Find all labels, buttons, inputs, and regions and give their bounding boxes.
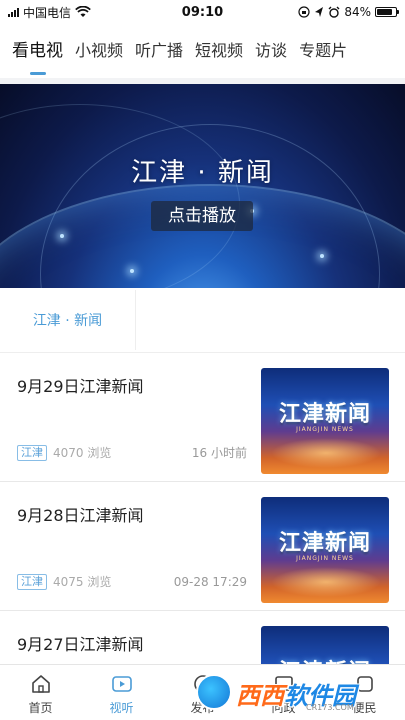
thumbnail-subtitle: JIANGJIN NEWS <box>296 555 354 562</box>
watermark-logo: 西西软件园 CR173.COM <box>196 670 402 714</box>
lock-rotation-icon <box>298 6 310 18</box>
nav-home-label: 首页 <box>28 701 53 715</box>
news-title[interactable]: 9月27日江津新闻 <box>17 631 144 655</box>
battery-icon <box>375 7 399 17</box>
home-icon <box>31 675 50 693</box>
section-header: 江津 · 新闻 <box>0 290 405 352</box>
watermark-url: CR173.COM <box>306 703 354 712</box>
news-item[interactable]: 9月29日江津新闻 江津 4070 浏览 16 小时前 江津新闻 JIANGJI… <box>0 356 405 482</box>
news-thumbnail[interactable]: 江津新闻 <box>261 626 389 664</box>
signal-icon <box>8 7 19 17</box>
news-thumbnail[interactable]: 江津新闻 JIANGJIN NEWS <box>261 368 389 474</box>
section-tag[interactable]: 江津 · 新闻 <box>0 290 136 350</box>
tab-radio[interactable]: 听广播 <box>129 31 189 71</box>
news-item[interactable]: 9月27日江津新闻 江津新闻 <box>0 614 405 664</box>
news-tag: 江津 <box>17 573 47 590</box>
status-bar: 中国电信 09:10 84% <box>0 0 405 24</box>
section-divider <box>0 352 405 353</box>
alarm-icon <box>328 6 340 18</box>
news-title[interactable]: 9月29日江津新闻 <box>17 373 144 397</box>
wifi-icon <box>75 6 91 17</box>
watermark-icon <box>196 674 232 710</box>
news-thumbnail[interactable]: 江津新闻 JIANGJIN NEWS <box>261 497 389 603</box>
banner-video[interactable]: 江津 · 新闻 点击播放 <box>0 84 405 288</box>
news-item[interactable]: 9月28日江津新闻 江津 4075 浏览 09-28 17:29 江津新闻 JI… <box>0 485 405 611</box>
tab-interview[interactable]: 访谈 <box>249 31 293 71</box>
nav-watch-listen-label: 视听 <box>109 701 134 715</box>
thumbnail-title: 江津新闻 <box>278 402 371 427</box>
top-tabs: 看电视 小视频 听广播 短视频 访谈 专题片 <box>0 26 405 76</box>
tab-watch-tv[interactable]: 看电视 <box>6 31 69 71</box>
thumbnail-title: 江津新闻 <box>278 531 371 556</box>
tab-documentary[interactable]: 专题片 <box>293 31 353 71</box>
tv-icon <box>111 676 132 692</box>
tab-short-video[interactable]: 短视频 <box>189 31 249 71</box>
news-views: 4075 浏览 <box>53 575 112 589</box>
status-left: 中国电信 <box>8 4 91 21</box>
nav-home[interactable]: 首页 <box>0 665 81 720</box>
carrier-label: 中国电信 <box>23 5 72 20</box>
thumbnail-subtitle: JIANGJIN NEWS <box>296 426 354 433</box>
battery-percent: 84% <box>344 5 371 19</box>
play-button[interactable]: 点击播放 <box>151 201 253 231</box>
news-meta: 江津 4070 浏览 16 小时前 <box>17 444 247 461</box>
news-tag: 江津 <box>17 444 47 461</box>
news-meta: 江津 4075 浏览 09-28 17:29 <box>17 573 247 590</box>
location-icon <box>315 7 324 17</box>
news-title[interactable]: 9月28日江津新闻 <box>17 502 144 526</box>
banner-title: 江津 · 新闻 <box>131 158 274 188</box>
news-views: 4070 浏览 <box>53 446 112 460</box>
tab-mini-video[interactable]: 小视频 <box>69 31 129 71</box>
thumbnail-title: 江津新闻 <box>261 654 389 664</box>
nav-watch-listen[interactable]: 视听 <box>81 665 162 720</box>
news-time: 09-28 17:29 <box>173 574 247 589</box>
status-right: 84% <box>298 5 399 19</box>
news-time: 16 小时前 <box>191 446 247 460</box>
status-time: 09:10 <box>181 4 224 20</box>
